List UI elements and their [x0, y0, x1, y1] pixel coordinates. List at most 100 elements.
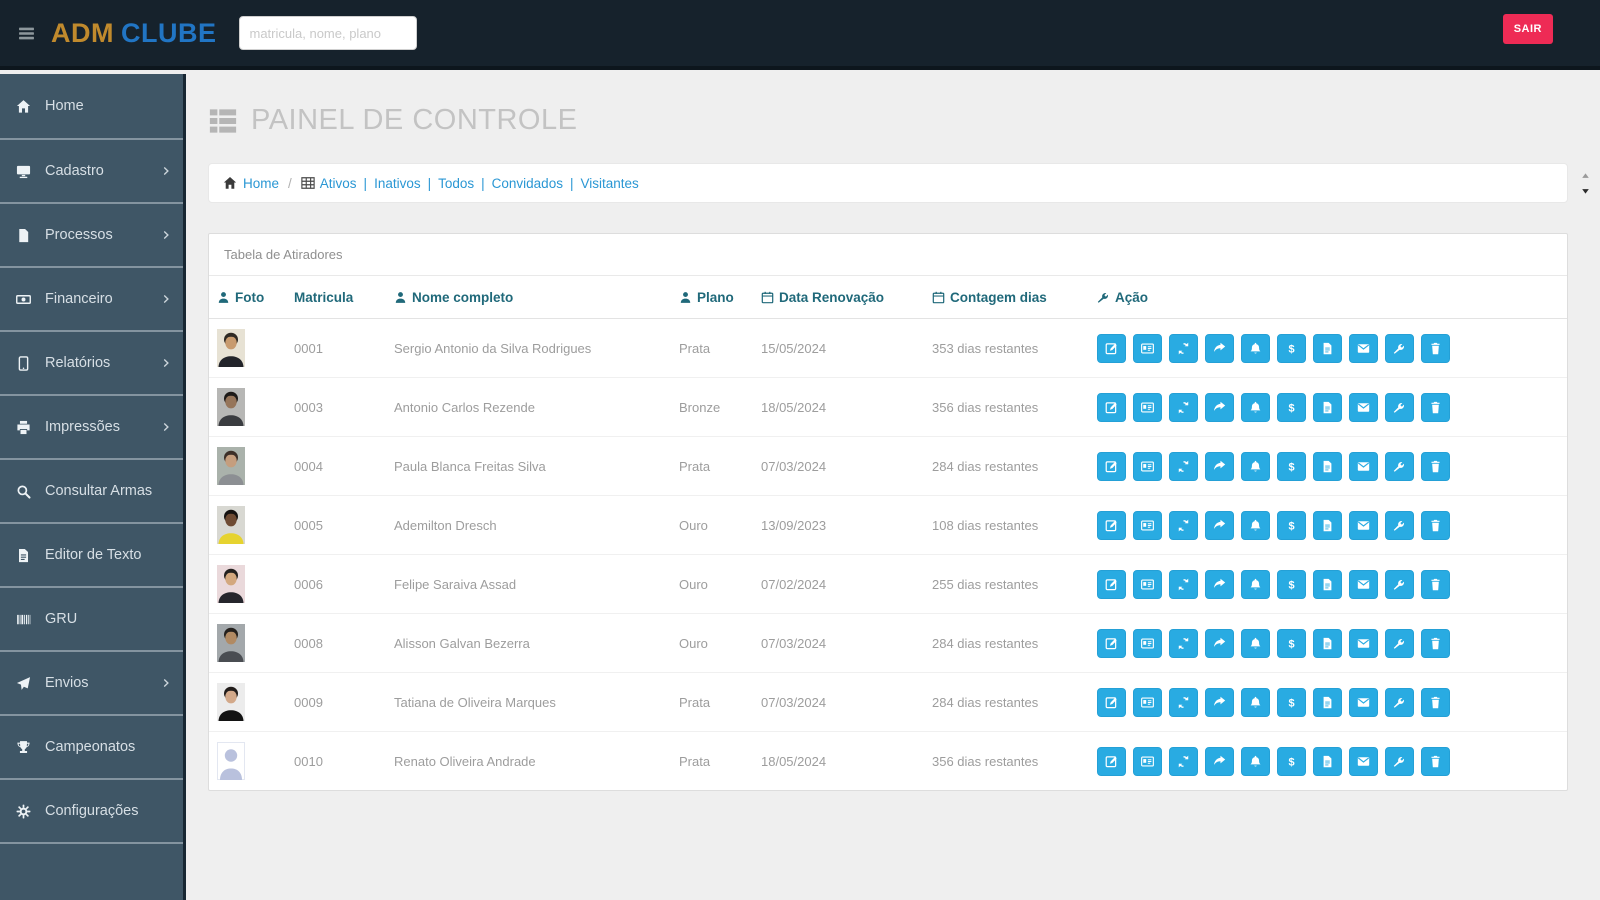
- action-edit-button[interactable]: [1097, 570, 1126, 599]
- action-share-button[interactable]: [1205, 393, 1234, 422]
- action-edit-button[interactable]: [1097, 511, 1126, 540]
- action-wrench-button[interactable]: [1385, 334, 1414, 363]
- logout-button[interactable]: SAIR: [1503, 14, 1553, 44]
- action-bell-button[interactable]: [1241, 511, 1270, 540]
- action-refresh-button[interactable]: [1169, 452, 1198, 481]
- action-wrench-button[interactable]: [1385, 393, 1414, 422]
- action-bell-button[interactable]: [1241, 393, 1270, 422]
- action-edit-button[interactable]: [1097, 393, 1126, 422]
- action-envelope-button[interactable]: [1349, 570, 1378, 599]
- action-refresh-button[interactable]: [1169, 511, 1198, 540]
- action-trash-button[interactable]: [1421, 688, 1450, 717]
- scroll-down-icon[interactable]: [1580, 185, 1594, 196]
- action-dollar-button[interactable]: $: [1277, 629, 1306, 658]
- action-refresh-button[interactable]: [1169, 747, 1198, 776]
- menu-toggle-icon[interactable]: [18, 25, 35, 42]
- action-file-invoice-button[interactable]: [1313, 747, 1342, 776]
- action-dollar-button[interactable]: $: [1277, 570, 1306, 599]
- action-bell-button[interactable]: [1241, 747, 1270, 776]
- sidebar-item-impressoes[interactable]: Impressões: [0, 394, 183, 458]
- action-file-invoice-button[interactable]: [1313, 629, 1342, 658]
- action-envelope-button[interactable]: [1349, 629, 1378, 658]
- action-dollar-button[interactable]: $: [1277, 393, 1306, 422]
- breadcrumb-filter-todos[interactable]: Todos: [438, 176, 474, 191]
- action-wrench-button[interactable]: [1385, 629, 1414, 658]
- sidebar-item-processos[interactable]: Processos: [0, 202, 183, 266]
- action-trash-button[interactable]: [1421, 452, 1450, 481]
- action-id-card-button[interactable]: [1133, 334, 1162, 363]
- action-file-invoice-button[interactable]: [1313, 334, 1342, 363]
- action-bell-button[interactable]: [1241, 688, 1270, 717]
- breadcrumb-filter-ativos[interactable]: Ativos: [320, 176, 357, 191]
- breadcrumb-filter-inativos[interactable]: Inativos: [374, 176, 421, 191]
- action-trash-button[interactable]: [1421, 393, 1450, 422]
- action-share-button[interactable]: [1205, 511, 1234, 540]
- action-id-card-button[interactable]: [1133, 393, 1162, 422]
- action-id-card-button[interactable]: [1133, 570, 1162, 599]
- sidebar-item-consultar-armas[interactable]: Consultar Armas: [0, 458, 183, 522]
- sidebar-item-campeonatos[interactable]: Campeonatos: [0, 714, 183, 778]
- breadcrumb-filter-convidados[interactable]: Convidados: [492, 176, 563, 191]
- action-file-invoice-button[interactable]: [1313, 511, 1342, 540]
- sidebar-item-envios[interactable]: Envios: [0, 650, 183, 714]
- action-trash-button[interactable]: [1421, 747, 1450, 776]
- action-bell-button[interactable]: [1241, 452, 1270, 481]
- action-share-button[interactable]: [1205, 570, 1234, 599]
- scroll-up-icon[interactable]: [1580, 171, 1594, 182]
- action-id-card-button[interactable]: [1133, 688, 1162, 717]
- action-envelope-button[interactable]: [1349, 452, 1378, 481]
- action-refresh-button[interactable]: [1169, 393, 1198, 422]
- action-dollar-button[interactable]: $: [1277, 334, 1306, 363]
- action-wrench-button[interactable]: [1385, 688, 1414, 717]
- action-wrench-button[interactable]: [1385, 511, 1414, 540]
- action-trash-button[interactable]: [1421, 511, 1450, 540]
- action-share-button[interactable]: [1205, 334, 1234, 363]
- action-dollar-button[interactable]: $: [1277, 452, 1306, 481]
- action-file-invoice-button[interactable]: [1313, 688, 1342, 717]
- action-refresh-button[interactable]: [1169, 688, 1198, 717]
- action-edit-button[interactable]: [1097, 334, 1126, 363]
- action-dollar-button[interactable]: $: [1277, 747, 1306, 776]
- action-file-invoice-button[interactable]: [1313, 393, 1342, 422]
- action-id-card-button[interactable]: [1133, 747, 1162, 776]
- action-edit-button[interactable]: [1097, 688, 1126, 717]
- action-dollar-button[interactable]: $: [1277, 688, 1306, 717]
- search-input[interactable]: [239, 16, 417, 50]
- action-id-card-button[interactable]: [1133, 511, 1162, 540]
- action-trash-button[interactable]: [1421, 334, 1450, 363]
- action-refresh-button[interactable]: [1169, 570, 1198, 599]
- action-edit-button[interactable]: [1097, 629, 1126, 658]
- action-edit-button[interactable]: [1097, 747, 1126, 776]
- action-bell-button[interactable]: [1241, 570, 1270, 599]
- action-dollar-button[interactable]: $: [1277, 511, 1306, 540]
- action-id-card-button[interactable]: [1133, 452, 1162, 481]
- action-trash-button[interactable]: [1421, 570, 1450, 599]
- action-bell-button[interactable]: [1241, 334, 1270, 363]
- action-share-button[interactable]: [1205, 452, 1234, 481]
- sidebar-item-editor-de-texto[interactable]: Editor de Texto: [0, 522, 183, 586]
- action-share-button[interactable]: [1205, 629, 1234, 658]
- sidebar-item-relatorios[interactable]: Relatórios: [0, 330, 183, 394]
- action-envelope-button[interactable]: [1349, 511, 1378, 540]
- action-envelope-button[interactable]: [1349, 334, 1378, 363]
- action-file-invoice-button[interactable]: [1313, 570, 1342, 599]
- sidebar-item-gru[interactable]: GRU: [0, 586, 183, 650]
- action-wrench-button[interactable]: [1385, 570, 1414, 599]
- brand-logo[interactable]: ADM CLUBE: [51, 18, 217, 49]
- action-refresh-button[interactable]: [1169, 629, 1198, 658]
- action-wrench-button[interactable]: [1385, 747, 1414, 776]
- action-share-button[interactable]: [1205, 688, 1234, 717]
- sidebar-item-configuracoes[interactable]: Configurações: [0, 778, 183, 842]
- action-bell-button[interactable]: [1241, 629, 1270, 658]
- breadcrumb-home-link[interactable]: Home: [243, 176, 279, 191]
- action-wrench-button[interactable]: [1385, 452, 1414, 481]
- action-refresh-button[interactable]: [1169, 334, 1198, 363]
- action-file-invoice-button[interactable]: [1313, 452, 1342, 481]
- action-id-card-button[interactable]: [1133, 629, 1162, 658]
- sidebar-item-financeiro[interactable]: Financeiro: [0, 266, 183, 330]
- action-trash-button[interactable]: [1421, 629, 1450, 658]
- breadcrumb-filter-visitantes[interactable]: Visitantes: [580, 176, 638, 191]
- action-envelope-button[interactable]: [1349, 747, 1378, 776]
- sidebar-item-home[interactable]: Home: [0, 74, 183, 138]
- action-edit-button[interactable]: [1097, 452, 1126, 481]
